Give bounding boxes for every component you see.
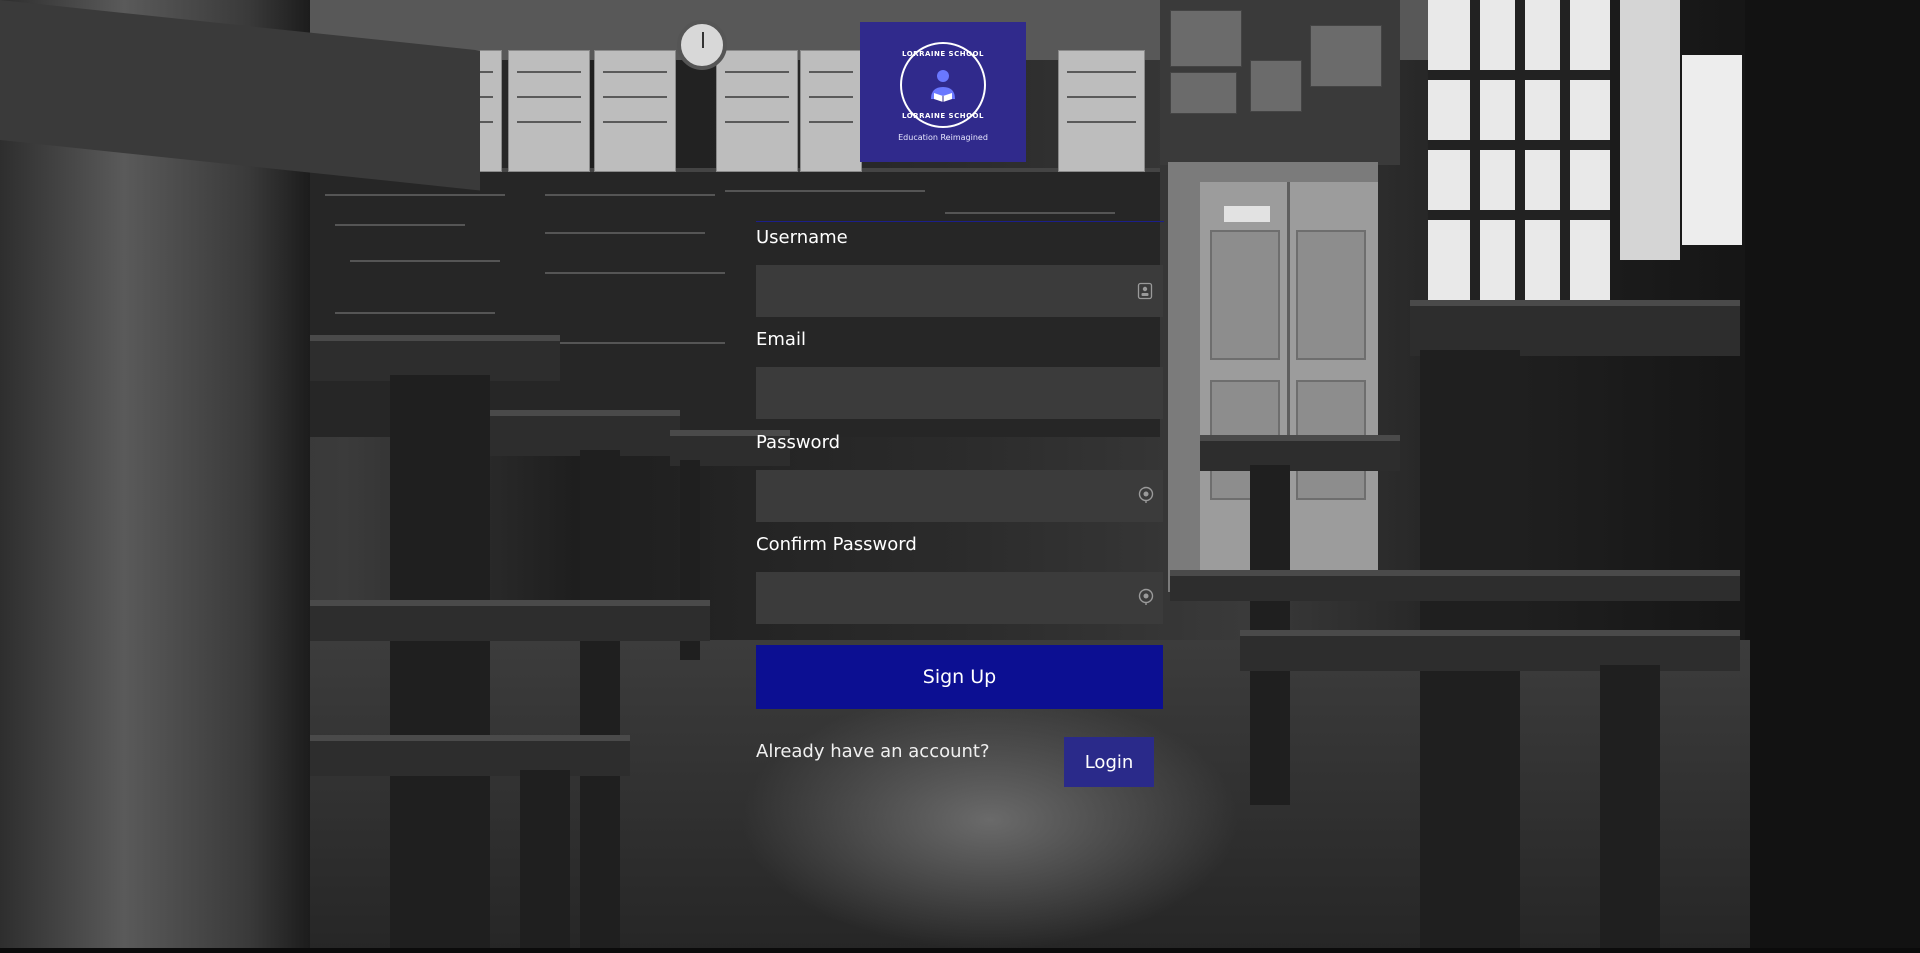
username-input[interactable]	[756, 265, 1163, 317]
password-reveal-icon[interactable]	[1137, 486, 1154, 504]
storage-shelf	[1160, 0, 1400, 165]
chalk-writing	[725, 190, 925, 192]
contact-card-icon[interactable]	[1137, 282, 1153, 300]
chalk-writing	[545, 194, 715, 196]
password-input[interactable]	[756, 470, 1163, 522]
login-button[interactable]: Login	[1064, 737, 1154, 787]
chalk-writing	[545, 272, 725, 274]
chalk-writing	[945, 212, 1115, 214]
account-prompt: Already have an account?	[756, 741, 990, 762]
password-reveal-icon[interactable]	[1137, 588, 1154, 606]
chalk-writing	[335, 312, 495, 314]
wall-poster	[594, 50, 676, 172]
logo-tagline: Education Reimagined	[898, 133, 988, 142]
confirm-password-input[interactable]	[756, 572, 1163, 624]
bench	[1170, 570, 1740, 601]
bench	[1240, 630, 1740, 671]
chalk-writing	[325, 194, 505, 196]
accent-divider	[756, 221, 1164, 222]
door-sign	[1224, 206, 1270, 222]
chalk-writing	[350, 260, 500, 262]
email-label: Email	[756, 329, 806, 350]
classroom-window	[1682, 55, 1742, 245]
logo-school-name-bottom: LORRAINE SCHOOL	[902, 112, 984, 120]
confirm-password-label: Confirm Password	[756, 534, 917, 555]
wall-poster	[716, 50, 798, 172]
desk	[1410, 300, 1740, 356]
wall-clock-icon	[677, 20, 727, 70]
chalk-writing	[335, 224, 465, 226]
wall-poster	[508, 50, 590, 172]
desk	[1200, 435, 1400, 471]
sign-up-button[interactable]: Sign Up	[756, 645, 1163, 709]
bench	[310, 735, 630, 776]
wall-poster	[800, 50, 862, 172]
email-input[interactable]	[756, 367, 1163, 419]
password-label: Password	[756, 432, 841, 453]
dark-wall	[1745, 0, 1920, 953]
school-logo: LORRAINE SCHOOL LORRAINE SCHOOL Educatio…	[860, 22, 1026, 162]
reading-student-icon	[931, 70, 955, 102]
bench	[310, 600, 710, 641]
wall-poster	[1058, 50, 1145, 172]
chalk-writing	[545, 232, 705, 234]
logo-emblem: LORRAINE SCHOOL LORRAINE SCHOOL	[900, 42, 986, 128]
wall-pillar	[1620, 0, 1680, 260]
logo-school-name: LORRAINE SCHOOL	[902, 50, 984, 58]
username-label: Username	[756, 227, 848, 248]
